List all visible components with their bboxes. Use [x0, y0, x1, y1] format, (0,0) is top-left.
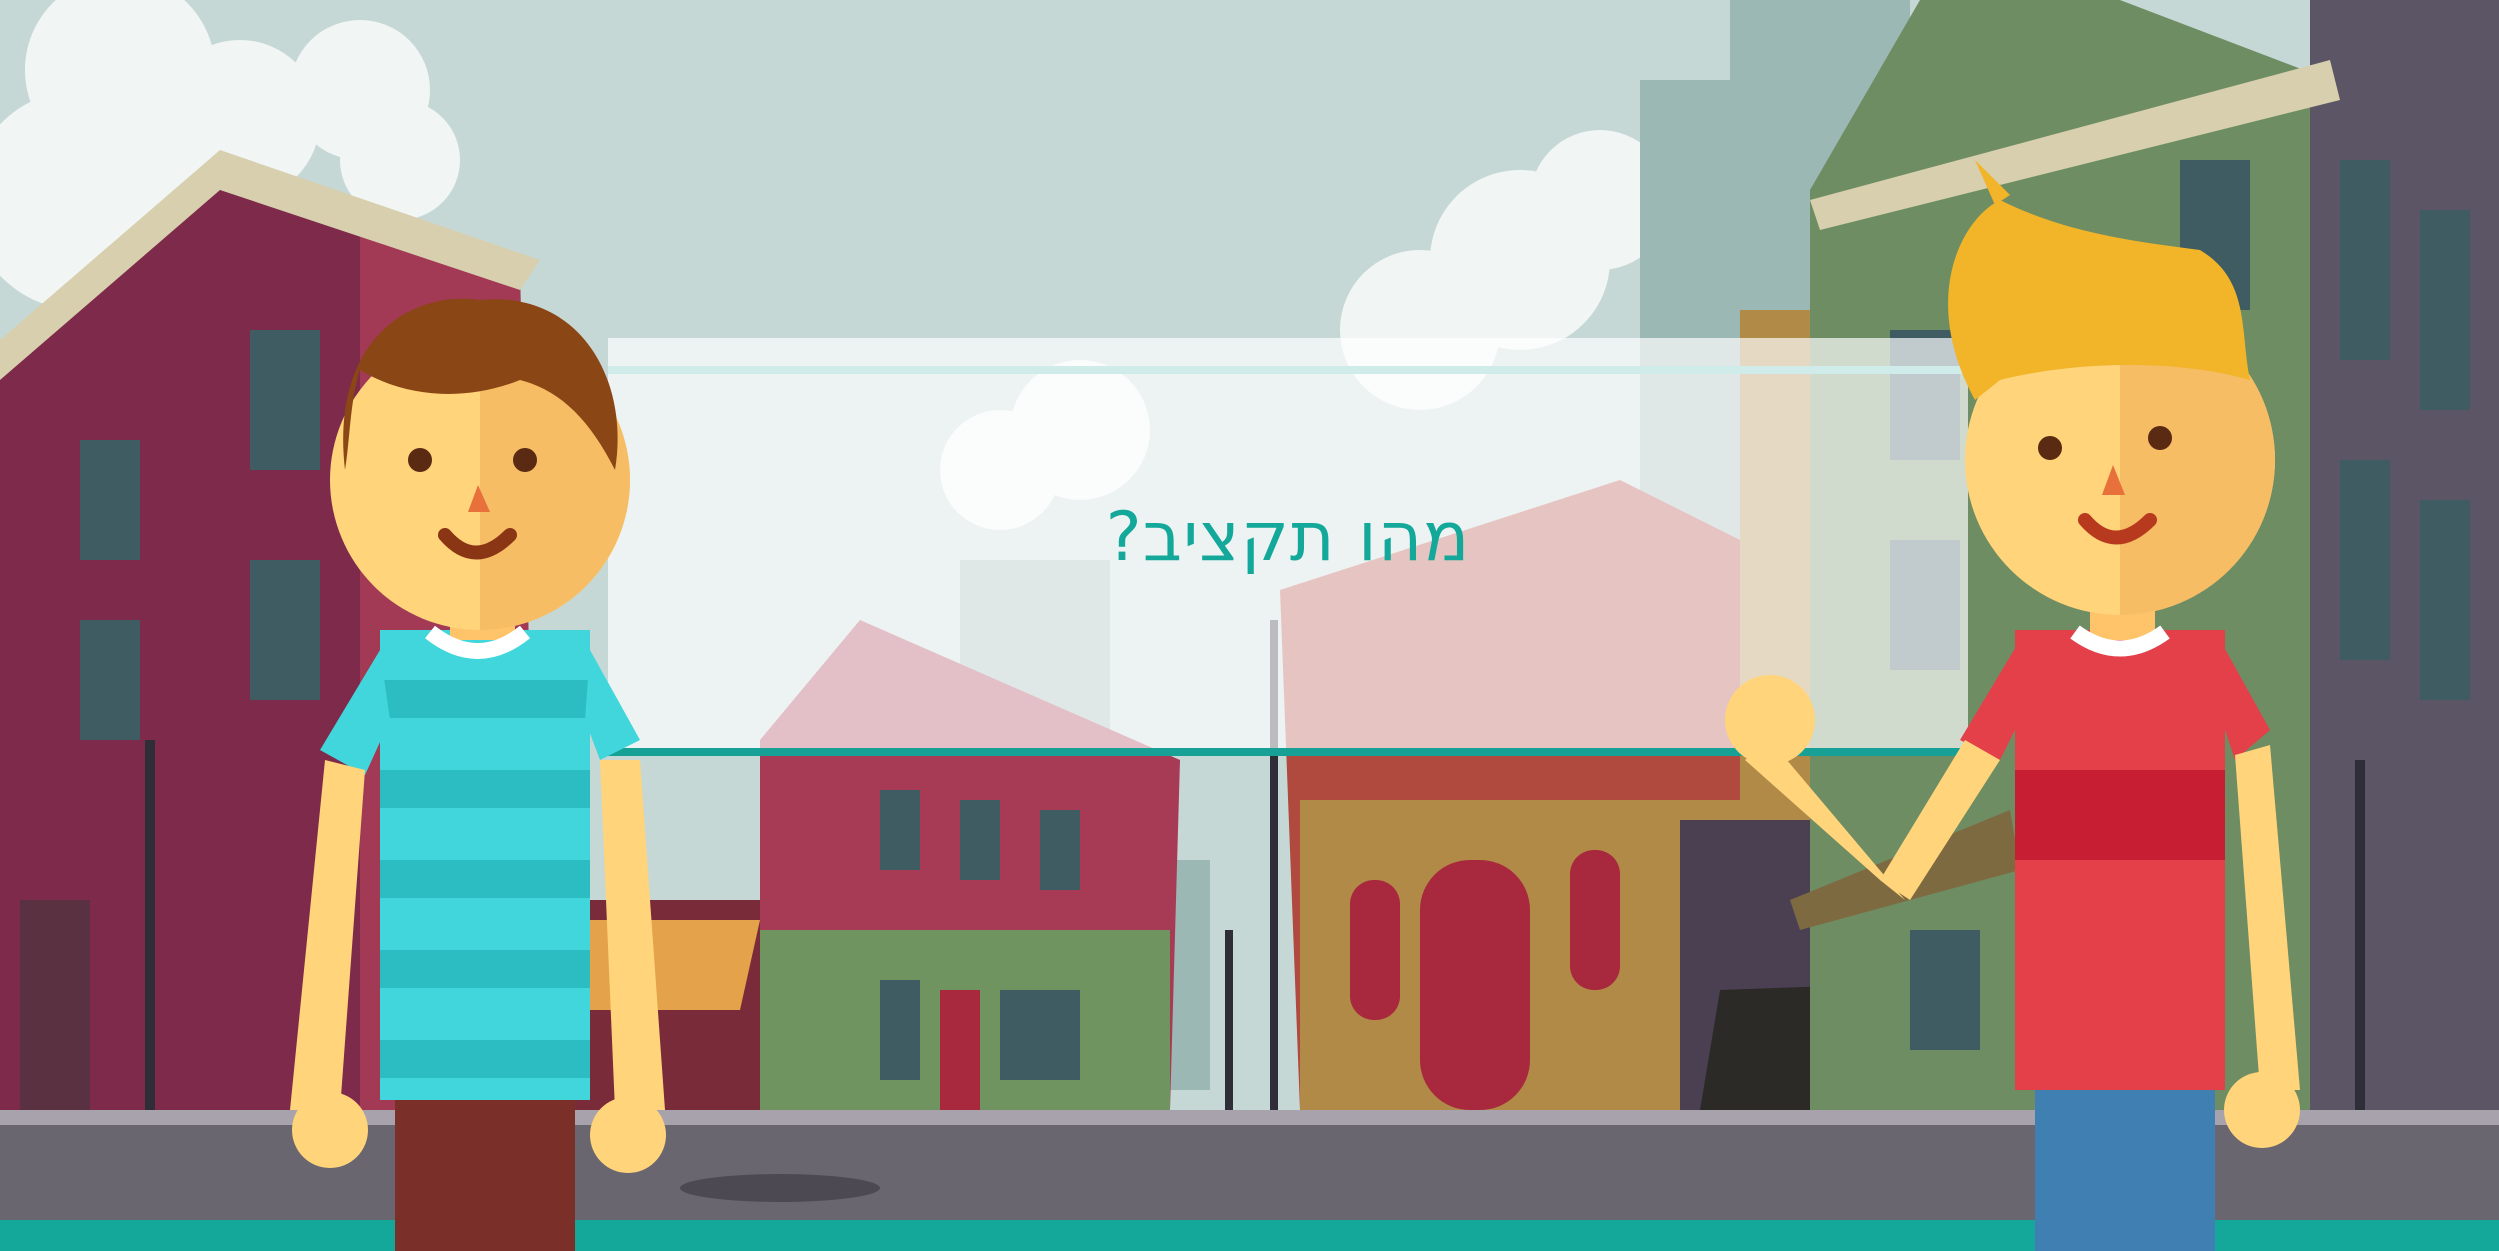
- boy-waving-icon: [1725, 160, 2300, 1251]
- characters-layer: [290, 160, 2300, 1251]
- slide-stage: מהו תקציב?: [0, 0, 2499, 1251]
- boy-striped-shirt-icon: [290, 298, 666, 1251]
